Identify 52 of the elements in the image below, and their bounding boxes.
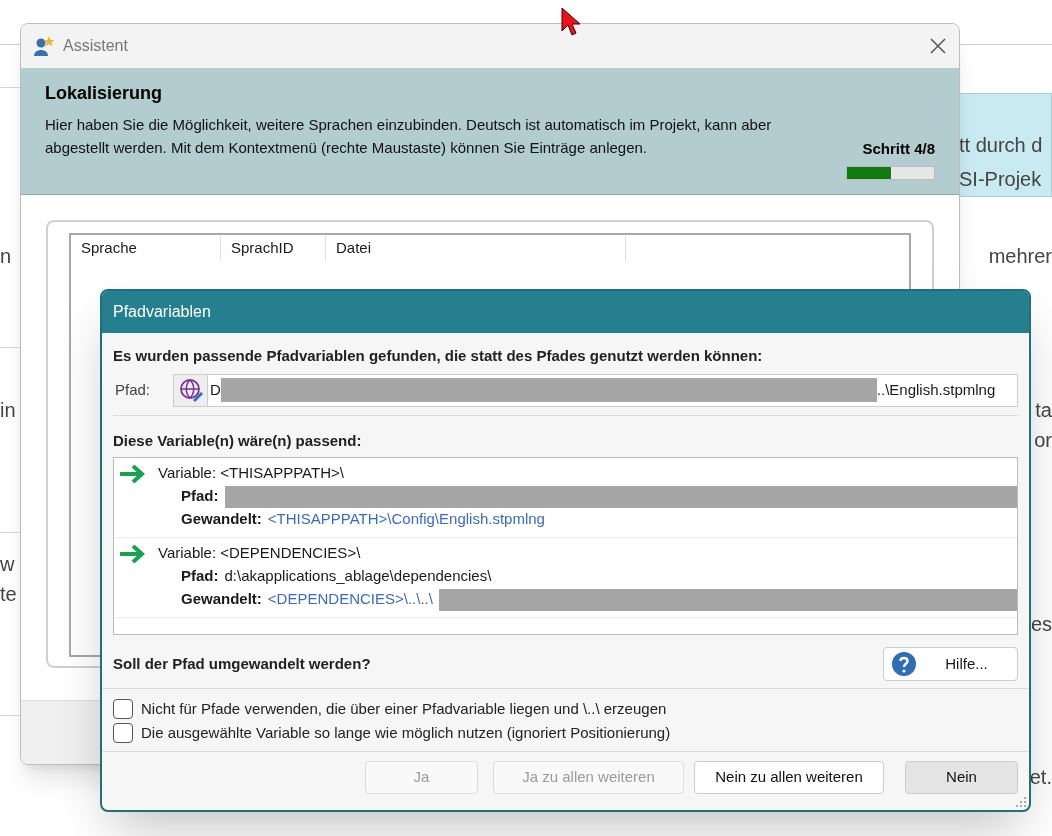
background-text: w [0, 552, 15, 577]
path-text: d:\akapplications_ablage\dependencies\ [224, 566, 492, 587]
field-label: Pfad: [181, 566, 219, 587]
question-text: Soll der Pfad umgewandelt werden? [113, 653, 371, 674]
column-header[interactable]: Datei [326, 235, 626, 261]
dialog-button[interactable]: Nein zu allen weiteren [694, 761, 884, 794]
section-label: Diese Variable(n) wäre(n) passend: [113, 430, 363, 451]
converted-path: <DEPENDENCIES>\..\..\ [267, 589, 433, 610]
field-label: Gewandelt: [181, 589, 262, 610]
window-title: Assistent [63, 36, 129, 56]
column-header[interactable]: SprachID [221, 235, 326, 261]
arrow-right-icon [118, 543, 146, 564]
globe-pencil-icon [178, 378, 203, 402]
mouse-cursor-icon [561, 7, 581, 37]
path-text: D [209, 379, 221, 400]
arrow-right-icon [118, 463, 146, 484]
variable-item[interactable]: Variable: <DEPENDENCIES>\ Pfad: d:\akapplications_ablage\dependencies\ Gewandelt: <DEPENDENCIES>\..\..\ [114, 538, 1017, 618]
step-label: Schritt 4/8 [862, 138, 935, 159]
converted-path: <THISAPPPATH>\Config\English.stpmlng [267, 509, 545, 530]
checkbox[interactable] [113, 723, 133, 743]
background-text: es [1030, 612, 1052, 637]
field-label: Pfad: [114, 379, 152, 400]
dialog-button[interactable]: Nein [905, 761, 1018, 794]
help-icon [892, 652, 916, 676]
card-text: SI-Projek [959, 167, 1043, 192]
variable-item[interactable]: Variable: <THISAPPPATH>\ Pfad: Gewandelt: <THISAPPPATH>\Config\English.stpmlng [114, 458, 1017, 538]
header-description: Hier haben Sie die Möglichkeit, weitere Sprachen einzubinden. Deutsch ist automatisch im Projekt, kann aber abgestellt werden. Mit dem Kontextmenü (rechte Maustaste) können Sie Einträge anlegen. [45, 115, 773, 158]
background-text: or [1034, 428, 1052, 453]
dialog-title: Pfadvariablen [102, 291, 1029, 333]
help-button[interactable]: Hilfe... [883, 647, 1018, 681]
variable-name: Variable: <DEPENDENCIES>\ [158, 543, 361, 564]
intro-text: Es wurden passende Pfadvariablen gefunden, die statt des Pfades genutzt werden können: [113, 346, 764, 366]
path-text: ..\English.stpmlng [876, 379, 996, 400]
checkbox-label: Nicht für Pfade verwenden, die über einer Pfadvariable liegen und \..\ erzeugen [141, 698, 667, 719]
card-text: tt durch d [959, 133, 1044, 158]
background-text: te [0, 582, 17, 607]
close-icon[interactable] [929, 37, 947, 55]
field-label: Gewandelt: [181, 509, 262, 530]
user-star-icon [33, 35, 55, 57]
background-text: et. [1029, 765, 1052, 790]
path-field[interactable]: D ..\English.stpmlng [173, 373, 1018, 407]
header-title: Lokalisierung [45, 82, 164, 105]
background-text: ta [1035, 398, 1052, 423]
resize-grip-icon[interactable] [1016, 797, 1026, 807]
checkbox-label: Die ausgewählte Variable so lange wie möglich nutzen (ignoriert Positionierung) [141, 722, 671, 743]
checkbox[interactable] [113, 699, 133, 719]
column-header[interactable]: Sprache [71, 235, 221, 261]
background-text: mehrer [988, 244, 1052, 269]
variable-name: Variable: <THISAPPPATH>\ [158, 463, 344, 484]
background-text: in [0, 398, 16, 423]
field-label: Pfad: [181, 486, 219, 507]
background-text: n [0, 244, 12, 269]
